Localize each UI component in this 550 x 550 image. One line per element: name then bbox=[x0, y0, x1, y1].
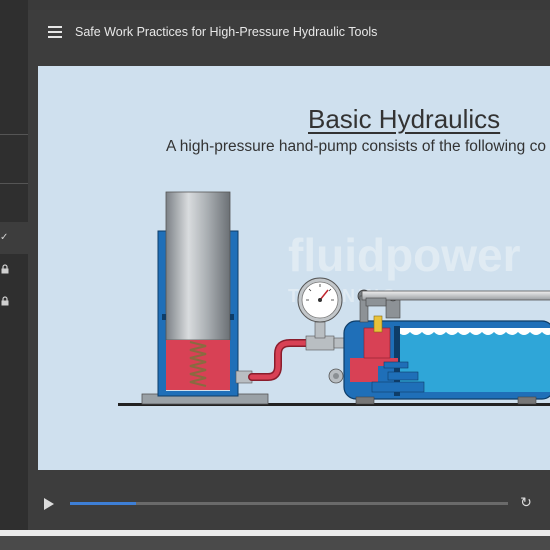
course-player: Safe Work Practices for High-Pressure Hy… bbox=[28, 10, 550, 530]
checkmark-icon: ✓ bbox=[0, 232, 9, 243]
lesson-sidebar: ✓ bbox=[0, 0, 28, 550]
lock-icon bbox=[0, 264, 12, 276]
pump-handle bbox=[361, 290, 550, 301]
top-bar: Safe Work Practices for High-Pressure Hy… bbox=[28, 10, 550, 56]
pump-valve bbox=[373, 315, 383, 333]
watermark-text: fluidpower bbox=[288, 229, 521, 281]
lock-icon bbox=[0, 296, 12, 308]
progress-bar[interactable] bbox=[70, 502, 508, 505]
player-controls: ↻ bbox=[28, 480, 550, 530]
pressure-gauge-icon bbox=[297, 277, 343, 323]
course-title: Safe Work Practices for High-Pressure Hy… bbox=[75, 25, 378, 39]
cylinder-ram bbox=[165, 191, 231, 341]
play-icon[interactable] bbox=[44, 498, 54, 510]
bottom-strip bbox=[0, 530, 550, 550]
slide-canvas: fluidpower TRAINING Basic Hydraulics A h… bbox=[38, 66, 550, 470]
slide-subtitle: A high-pressure hand-pump consists of th… bbox=[166, 138, 546, 155]
sidebar-divider bbox=[0, 134, 28, 135]
progress-fill bbox=[70, 502, 136, 505]
hamburger-menu-icon[interactable] bbox=[48, 26, 62, 38]
slide-title: Basic Hydraulics bbox=[308, 104, 501, 134]
replay-icon[interactable]: ↻ bbox=[518, 494, 534, 510]
sidebar-divider bbox=[0, 183, 28, 184]
